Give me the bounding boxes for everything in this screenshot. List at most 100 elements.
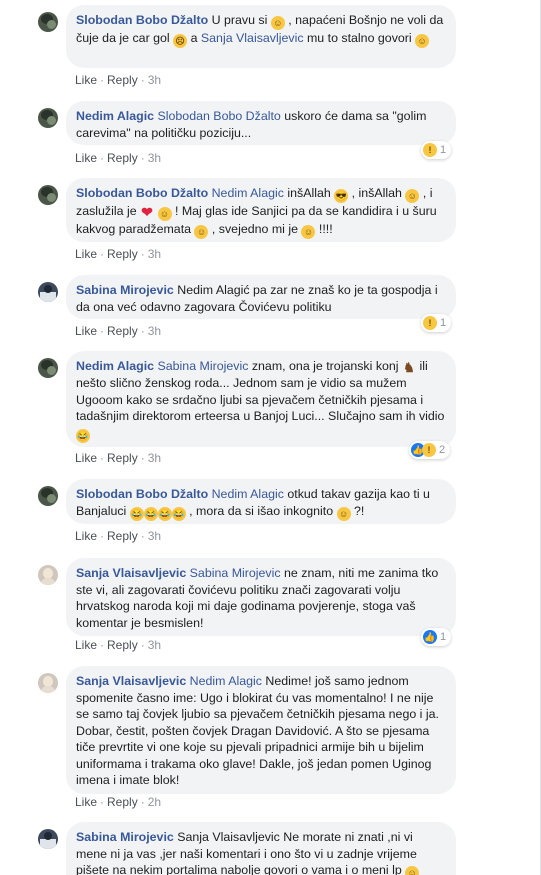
comment-author[interactable]: Nedim Alagic [76, 359, 154, 373]
timestamp[interactable]: 3h [148, 638, 161, 652]
reply-link[interactable]: Reply [107, 451, 138, 465]
comment-author[interactable]: Sabina Mirojevic [76, 283, 174, 297]
comment-bubble: Sanja Vlaisavljevic Nedim Alagic Nedime!… [66, 666, 456, 794]
mention-link[interactable]: Slobodan Bobo Džalto [158, 109, 281, 123]
avatar[interactable] [38, 12, 58, 32]
wow-reaction-icon: ! [423, 143, 437, 157]
like-link[interactable]: Like [75, 529, 97, 543]
laughing-emoji-icon: 😂 [129, 506, 144, 521]
comment-bubble: Sabina Mirojevic Sanja Vlaisavljevic Ne … [66, 822, 456, 875]
smile-emoji-icon: ☺ [415, 34, 430, 48]
reply-link[interactable]: Reply [107, 795, 138, 809]
comment-text: inšAllah [283, 186, 335, 200]
avatar[interactable] [38, 108, 58, 128]
comment-text: mu to stalno govori [303, 31, 416, 45]
horse-emoji-icon: ♞ [403, 360, 415, 375]
like-link[interactable]: Like [75, 795, 97, 809]
reply-link[interactable]: Reply [107, 638, 138, 652]
like-link[interactable]: Like [75, 638, 97, 652]
comment-text [154, 204, 157, 218]
comment-actions: Like · Reply · 3h [75, 529, 162, 543]
comment-text: Nedime! još samo jednom spomenite časno … [76, 674, 439, 787]
comment-bubble: Sanja Vlaisavljevic Sabina Mirojevic ne … [66, 558, 456, 636]
comment-text: , svejedno mi je [208, 222, 302, 236]
smile-emoji-icon: ☺ [157, 207, 172, 221]
comment-text: ?! [350, 503, 365, 518]
comment-author[interactable]: Slobodan Bobo Džalto [76, 487, 208, 501]
comment-actions: Like · Reply · 3h [75, 151, 162, 165]
wow-reaction-icon: ! [423, 316, 437, 330]
like-reaction-icon: 👍 [423, 630, 437, 644]
wow-reaction-icon: ! [422, 443, 436, 457]
comment-bubble: Nedim Alagic Sabina Mirojevic znam, ona … [66, 351, 456, 447]
timestamp[interactable]: 3h [148, 451, 161, 465]
comment-bubble: Slobodan Bobo Džalto Nedim Alagic inšAll… [66, 178, 456, 242]
timestamp[interactable]: 3h [148, 247, 161, 261]
laughing-emoji-icon: 😂 [157, 506, 172, 521]
laughing-emoji-icon: 😂 [143, 506, 158, 521]
comment-bubble: Sabina Mirojevic Nedim Alagić pa zar ne … [66, 275, 456, 319]
timestamp[interactable]: 3h [148, 73, 161, 87]
mention-link[interactable]: Nedim Alagic [212, 186, 284, 200]
smile-emoji-icon: ☺ [301, 225, 316, 239]
comment-text: znam, ona je trojanski konj [248, 359, 402, 373]
cool-emoji-icon: 😎 [334, 189, 349, 203]
comment-text: U pravu si [211, 13, 271, 27]
reaction-summary[interactable]: 👍 1 [421, 628, 452, 646]
comment-author[interactable]: Sanja Vlaisavljevic [76, 566, 186, 580]
like-link[interactable]: Like [75, 324, 97, 338]
comment-actions: Like · Reply · 3h [75, 324, 162, 338]
reply-link[interactable]: Reply [107, 529, 138, 543]
comment-bubble: Nedim Alagic Slobodan Bobo Džalto uskoro… [66, 101, 456, 145]
like-link[interactable]: Like [75, 73, 97, 87]
timestamp[interactable]: 3h [148, 529, 161, 543]
mention-link[interactable]: Sanja Vlaisavljevic [201, 31, 304, 45]
reaction-summary[interactable]: ! 1 [421, 314, 452, 332]
reaction-count: 2 [439, 444, 446, 456]
avatar[interactable] [38, 358, 58, 378]
comment-actions: Like · Reply · 3h [75, 638, 162, 652]
smile-emoji-icon: ☺ [270, 16, 285, 30]
reaction-summary[interactable]: 👍! 2 [409, 441, 451, 459]
smile-emoji-icon: ☺ [194, 225, 209, 239]
comment-text: , inšAllah [348, 186, 406, 200]
comment-bubble: Slobodan Bobo Džalto Nedim Alagic otkud … [66, 479, 456, 524]
laughing-emoji-icon: 😂 [171, 506, 186, 521]
comment-text: a [187, 31, 201, 45]
avatar[interactable] [38, 185, 58, 205]
avatar[interactable] [38, 486, 58, 506]
mention-link[interactable]: Nedim Alagic [212, 487, 284, 501]
comment-author[interactable]: Slobodan Bobo Džalto [76, 13, 208, 27]
sad-emoji-icon: ☹ [173, 34, 188, 48]
smile-emoji-icon: ☺ [405, 189, 420, 203]
comment-author[interactable]: Sabina Mirojevic [76, 830, 174, 844]
comment-bubble: Slobodan Bobo Džalto U pravu si ☺ , napa… [66, 5, 456, 68]
timestamp[interactable]: 3h [148, 151, 161, 165]
comment-actions: Like · Reply · 2h [75, 795, 162, 809]
comment-author[interactable]: Nedim Alagic [76, 109, 154, 123]
avatar[interactable] [38, 282, 58, 302]
like-link[interactable]: Like [75, 451, 97, 465]
comment-actions: Like · Reply · 3h [75, 247, 162, 261]
mention-link[interactable]: Nedim Alagic [190, 674, 262, 688]
reply-link[interactable]: Reply [107, 324, 138, 338]
avatar[interactable] [38, 565, 58, 585]
avatar[interactable] [38, 829, 58, 849]
timestamp[interactable]: 2h [148, 795, 161, 809]
comment-actions: Like · Reply · 3h [75, 451, 162, 465]
reply-link[interactable]: Reply [107, 151, 138, 165]
comment-author[interactable]: Slobodan Bobo Džalto [76, 186, 208, 200]
reaction-summary[interactable]: ! 1 [421, 141, 452, 159]
like-link[interactable]: Like [75, 247, 97, 261]
reaction-count: 1 [440, 317, 447, 329]
comment-author[interactable]: Sanja Vlaisavljevic [76, 674, 186, 688]
reply-link[interactable]: Reply [107, 247, 138, 261]
mention-link[interactable]: Sabina Mirojevic [190, 566, 281, 580]
comment-actions: Like · Reply · 3h [75, 73, 162, 87]
reply-link[interactable]: Reply [107, 73, 138, 87]
avatar[interactable] [38, 673, 58, 693]
like-link[interactable]: Like [75, 151, 97, 165]
timestamp[interactable]: 3h [148, 324, 161, 338]
mention-link[interactable]: Sabina Mirojevic [158, 359, 249, 373]
smile-emoji-icon: ☺ [336, 506, 351, 521]
